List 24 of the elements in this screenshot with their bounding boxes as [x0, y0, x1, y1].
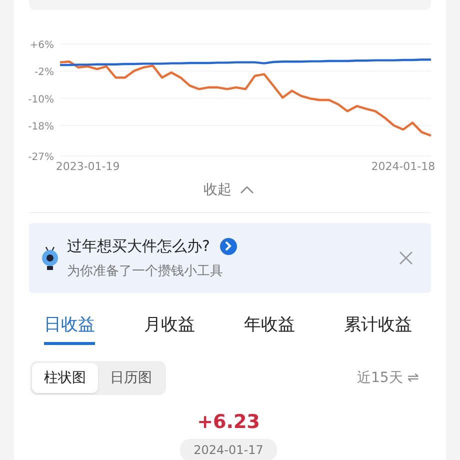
arrow-right-icon[interactable] [220, 238, 237, 254]
banner-title: 过年想买大件怎么办? [67, 236, 210, 256]
tab[interactable]: 日收益 [44, 313, 95, 345]
axis-label: 2024-01-18 [371, 160, 436, 173]
tab[interactable]: 累计收益 [344, 313, 412, 345]
close-icon[interactable] [399, 251, 413, 265]
toggle-option[interactable]: 日历图 [98, 363, 164, 393]
range-selector[interactable]: 近15天 ⇌ [356, 369, 427, 387]
robot-icon [41, 246, 59, 270]
tab[interactable]: 月收益 [144, 313, 195, 345]
axis-label: -18% [28, 121, 54, 132]
date-label: 2024-01-17 [180, 439, 278, 460]
axis-label: +6% [30, 40, 54, 51]
axis-label: -2% [34, 67, 54, 78]
axis-label: -10% [28, 94, 54, 106]
tab[interactable]: 年收益 [244, 313, 295, 345]
collapse-link[interactable]: 收起 [204, 181, 232, 199]
chevron-up-icon[interactable] [240, 186, 254, 194]
banner-subtitle: 为你准备了一个攒钱小工具 [67, 262, 224, 280]
axis-label: 2023-01-19 [56, 160, 120, 173]
daily-earnings: +6.23 [196, 411, 261, 433]
axis-label: -27% [28, 152, 54, 163]
promo-banner[interactable]: 过年想买大件怎么办? 为你准备了一个攒钱小工具 [29, 223, 431, 293]
toggle-option[interactable]: 柱状图 [32, 363, 98, 393]
